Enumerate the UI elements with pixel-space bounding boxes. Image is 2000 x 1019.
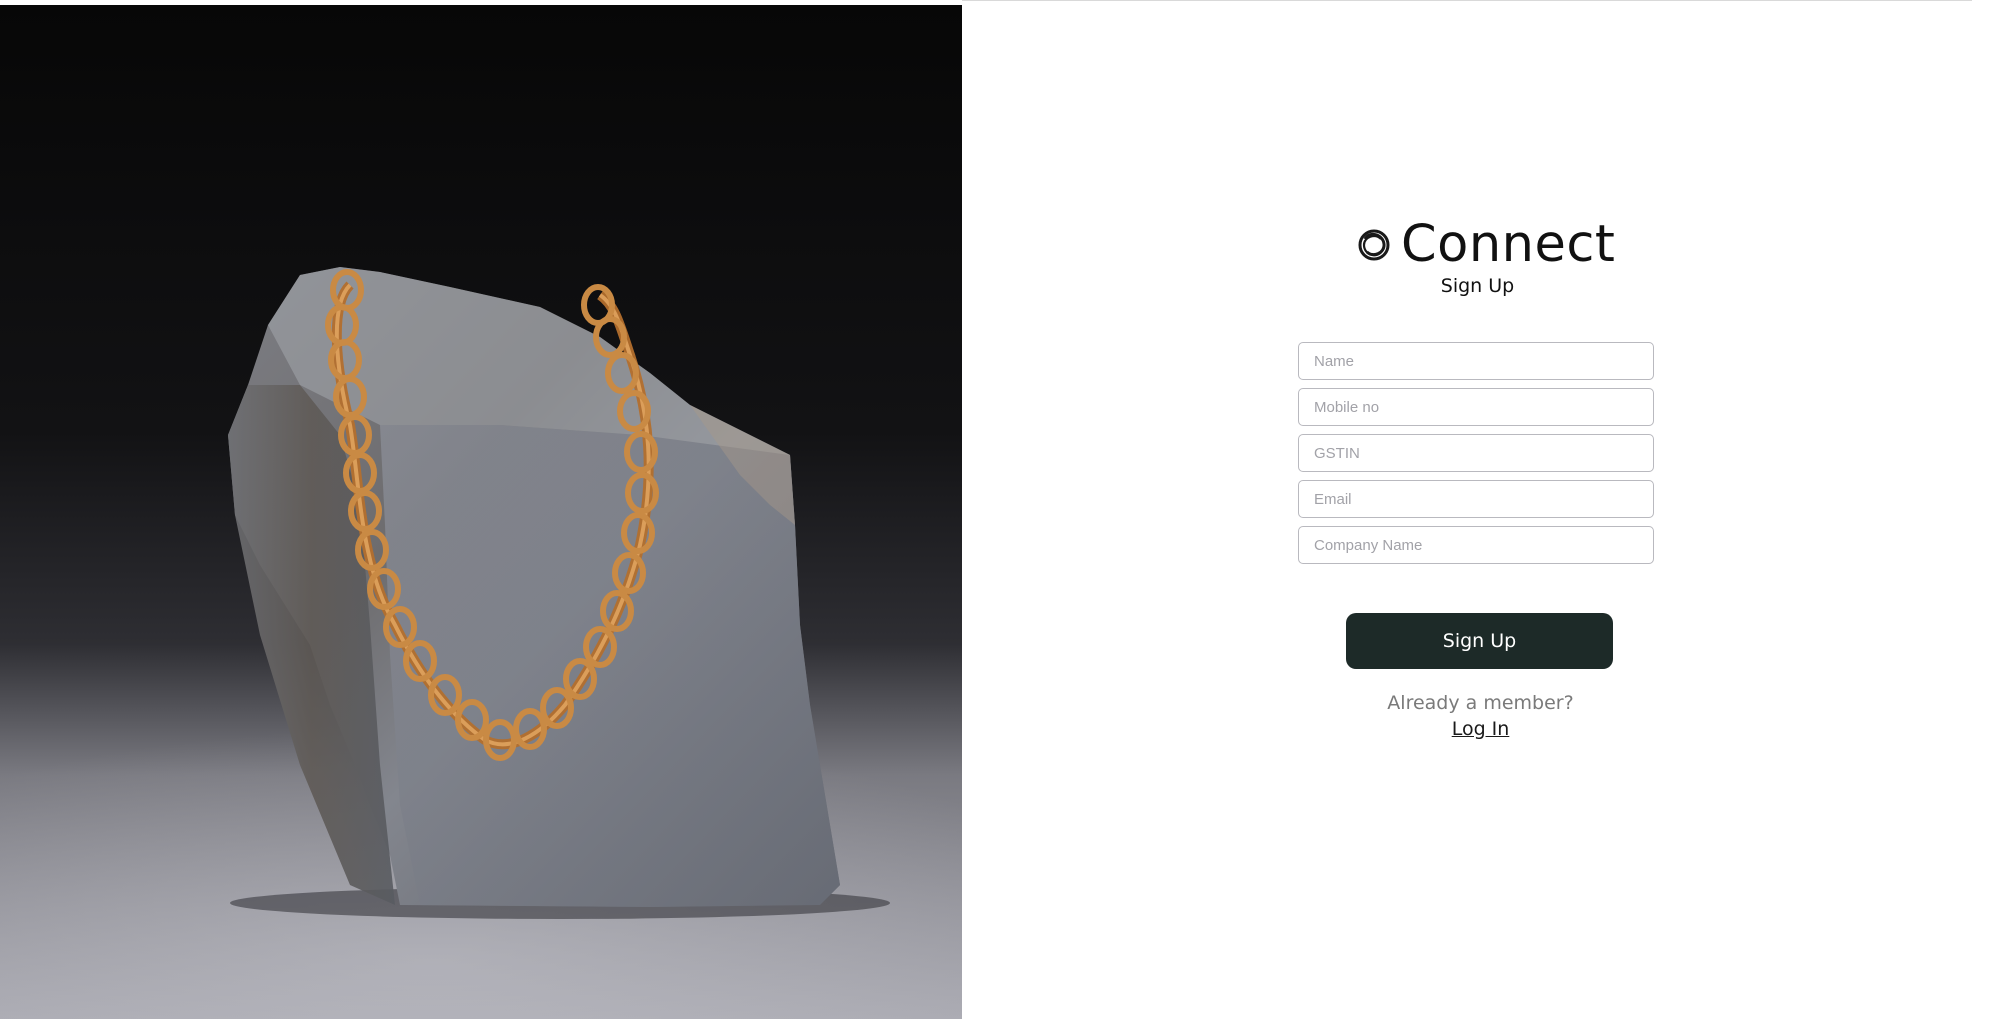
- ring-logo-icon: [1355, 226, 1393, 264]
- brand-name: Connect: [1401, 215, 1616, 274]
- page-subtitle: Sign Up: [1440, 275, 1515, 297]
- brand-header: Connect: [1355, 215, 1615, 275]
- chain-on-rock-image: [0, 5, 962, 1019]
- signup-page: Connect Sign Up Sign Up Already a member…: [0, 0, 2000, 1019]
- signup-button[interactable]: Sign Up: [1346, 613, 1613, 669]
- mobile-field[interactable]: [1298, 388, 1654, 426]
- email-field[interactable]: [1298, 480, 1654, 518]
- member-prompt: Already a member?: [1387, 692, 1574, 714]
- company-name-field[interactable]: [1298, 526, 1654, 564]
- top-divider: [962, 0, 1972, 1]
- hero-image: [0, 5, 962, 1019]
- login-link[interactable]: Log In: [1290, 718, 1671, 740]
- gstin-field[interactable]: [1298, 434, 1654, 472]
- name-field[interactable]: [1298, 342, 1654, 380]
